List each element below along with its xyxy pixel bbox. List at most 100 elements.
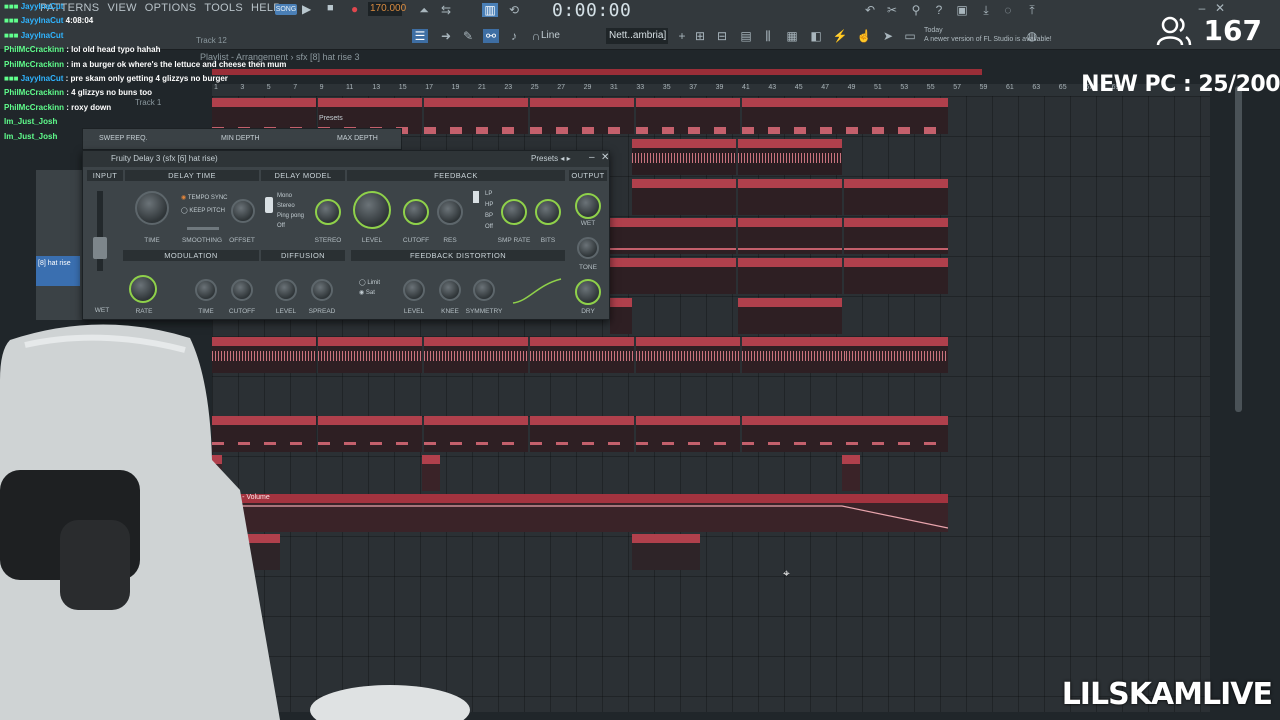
clip-hive2-1[interactable]: Hive #2 bbox=[632, 139, 736, 175]
feedback-level-knob[interactable] bbox=[353, 191, 391, 229]
plug-icon[interactable]: ⚡ bbox=[832, 29, 848, 43]
clip-hive-5[interactable]: Hive bbox=[636, 98, 740, 134]
paint-icon[interactable]: ✎ bbox=[460, 29, 476, 43]
clip-usedis-6[interactable]: Use dis instea...kyd.and.cambria] bbox=[742, 337, 846, 373]
clip-808-6[interactable]: [808] Be Mine [...yd.and.cambria] bbox=[742, 416, 846, 452]
mixer-icon[interactable]: ⊞ bbox=[692, 29, 708, 43]
tempo-sync-toggle[interactable]: ◉ TEMPO SYNC bbox=[181, 194, 227, 201]
mic-icon[interactable]: ⚲ bbox=[908, 3, 924, 17]
clip-808-4[interactable]: [808] Be Mine [...yd.and.cambria] bbox=[530, 416, 634, 452]
presets-button[interactable]: Presets ◂ ▸ bbox=[531, 154, 571, 163]
clip-hive-4[interactable]: Hive bbox=[530, 98, 634, 134]
chat-icon[interactable]: ◌ bbox=[1000, 3, 1016, 17]
touch-icon[interactable]: ☝ bbox=[856, 29, 872, 43]
bell-icon[interactable]: ♪ bbox=[506, 29, 522, 43]
cutoff-knob[interactable] bbox=[403, 199, 429, 225]
clip-hatrise-1[interactable]: hat rise 3 bbox=[242, 534, 280, 570]
clip-usedis-2[interactable]: Use dis instea...kyd.and.cambria] bbox=[318, 337, 422, 373]
filter-hp[interactable]: HP bbox=[485, 202, 493, 208]
clip-perc-2[interactable]: 1738 Perc 3 [@kyd.and.cambria] bbox=[738, 218, 842, 254]
record-icon[interactable]: ● bbox=[351, 2, 358, 16]
clip-zenology-3[interactable]: ZENOLOGY bbox=[844, 179, 948, 215]
delay-model-switch[interactable] bbox=[265, 197, 273, 213]
store-icon[interactable]: ▭ bbox=[902, 29, 918, 43]
download-icon[interactable]: ⤓ bbox=[978, 3, 994, 17]
filter-lp[interactable]: LP bbox=[485, 191, 492, 197]
mixer-track-selected[interactable]: [8] hat rise bbox=[36, 256, 80, 286]
save-icon[interactable]: ▣ bbox=[954, 3, 970, 17]
stereo-knob[interactable] bbox=[315, 199, 341, 225]
undo-icon[interactable]: ↶ bbox=[862, 3, 878, 17]
clip-usedis-5[interactable]: Use dis instea...kyd.and.cambria] bbox=[636, 337, 740, 373]
dist-sat[interactable]: ◉ Sat bbox=[359, 289, 375, 296]
clip-perc-1[interactable]: 1738 Perc 3 [@kyd.and.cambria] bbox=[632, 218, 736, 254]
input-fader-track[interactable] bbox=[97, 191, 103, 271]
prev-preset-icon[interactable]: ◂ bbox=[560, 154, 564, 163]
plugin-icon[interactable]: ◧ bbox=[808, 29, 824, 43]
model-stereo[interactable]: Stereo bbox=[277, 203, 295, 209]
arrow-icon[interactable]: ➜ bbox=[438, 29, 454, 43]
clip-zenology-1[interactable]: ZENOLOGY bbox=[632, 179, 736, 215]
clip-nettspend-1[interactable]: Nettspend Tri P...yd.and.cambria] bbox=[738, 298, 842, 334]
knee-knob[interactable] bbox=[439, 279, 461, 301]
clip-zenology-2[interactable]: ZENOLOGY bbox=[738, 179, 842, 215]
bits-knob[interactable] bbox=[535, 199, 561, 225]
upload-icon[interactable]: ⤒ bbox=[1024, 3, 1040, 17]
clip-hive-6[interactable]: Hive bbox=[742, 98, 846, 134]
offset-knob[interactable] bbox=[231, 199, 255, 223]
link-icon[interactable]: ⚯ bbox=[483, 29, 499, 43]
clip-808-2[interactable]: [808] Be Mine [...yd.and.cambria] bbox=[318, 416, 422, 452]
dry-knob[interactable] bbox=[575, 279, 601, 305]
clip-nettspend-0[interactable] bbox=[610, 298, 632, 334]
tone-knob[interactable] bbox=[577, 237, 599, 259]
clip-hive2-2[interactable]: Hive #2 bbox=[738, 139, 842, 175]
clip-christmas-1[interactable]: Christmas Perc...yd.and.cambria] bbox=[632, 258, 736, 294]
close-window-icon[interactable]: ✕ bbox=[1212, 1, 1228, 15]
pattern-selector[interactable]: Nett..ambria] bbox=[606, 28, 668, 44]
next-preset-icon[interactable]: ▸ bbox=[567, 154, 571, 163]
symmetry-knob[interactable] bbox=[473, 279, 495, 301]
minimize-icon[interactable]: – bbox=[1194, 1, 1210, 15]
snap-selector[interactable]: Line bbox=[541, 30, 560, 41]
clip-perc-0[interactable] bbox=[610, 218, 632, 254]
browser-icon[interactable]: ▦ bbox=[784, 29, 800, 43]
clip-perc-3[interactable]: 1738 Perc 3 [@kyd.and.cambria] bbox=[844, 218, 948, 254]
automation-clip[interactable]: ter - Volume bbox=[212, 494, 948, 532]
clip-christmas-0[interactable] bbox=[610, 258, 632, 294]
send-icon[interactable]: ➤ bbox=[880, 29, 896, 43]
playlist-ruler[interactable]: 1 3 5 7 9 11 13 15 17 19 21 23 25 27 29 31 33 35 37 39 41 43 4… bbox=[212, 84, 1210, 96]
wet-knob[interactable] bbox=[575, 193, 601, 219]
metronome-icon[interactable]: ⏶ bbox=[416, 3, 432, 17]
play-icon[interactable]: ▶ bbox=[302, 2, 311, 16]
clip-hit-1[interactable] bbox=[212, 455, 222, 491]
mod-rate-knob[interactable] bbox=[129, 275, 157, 303]
clip-usedis-1[interactable]: Use dis instea...kyd.and.cambria] bbox=[212, 337, 316, 373]
clip-808-3[interactable]: [808] Be Mine [...yd.and.cambria] bbox=[424, 416, 528, 452]
playlist-scrollbar[interactable] bbox=[1235, 86, 1242, 412]
timeline-bar[interactable] bbox=[212, 69, 982, 75]
channel-rack-icon[interactable]: ⊟ bbox=[714, 29, 730, 43]
flanger-presets[interactable]: Presets bbox=[319, 115, 343, 122]
clip-hive-7[interactable]: Hive bbox=[846, 98, 948, 134]
loop-record-icon[interactable]: ⟲ bbox=[506, 3, 522, 17]
mixer-strip[interactable] bbox=[36, 170, 82, 320]
clip-christmas-3[interactable]: Christmas Perc...yd.and.cambria] bbox=[844, 258, 948, 294]
filter-switch[interactable] bbox=[473, 191, 479, 203]
add-pattern-icon[interactable]: + bbox=[674, 29, 690, 43]
res-knob[interactable] bbox=[437, 199, 463, 225]
smoothing-slider[interactable] bbox=[187, 227, 219, 230]
wait-icon[interactable]: ⇆ bbox=[438, 3, 454, 17]
clip-usedis-7[interactable]: Use dis instea...kyd.and.cambria] bbox=[846, 337, 948, 373]
time-knob[interactable] bbox=[135, 191, 169, 225]
mod-cutoff-knob[interactable] bbox=[231, 279, 253, 301]
clip-hive-3[interactable]: Hive bbox=[424, 98, 528, 134]
minimize-plugin-icon[interactable]: – bbox=[589, 152, 595, 163]
clip-808-1[interactable]: [808] Be Mine [...yd.and.cambria] bbox=[212, 416, 316, 452]
stop-icon[interactable]: ■ bbox=[327, 2, 334, 14]
playlist-icon[interactable]: ☰ bbox=[412, 29, 428, 43]
clip-usedis-3[interactable]: Use dis instea...kyd.and.cambria] bbox=[424, 337, 528, 373]
diffusion-level-knob[interactable] bbox=[275, 279, 297, 301]
mixer-faders-icon[interactable]: ⫼ bbox=[760, 29, 776, 43]
keep-pitch-toggle[interactable]: ◯ KEEP PITCH bbox=[181, 207, 225, 214]
dist-limit[interactable]: ◯ Limit bbox=[359, 279, 380, 286]
